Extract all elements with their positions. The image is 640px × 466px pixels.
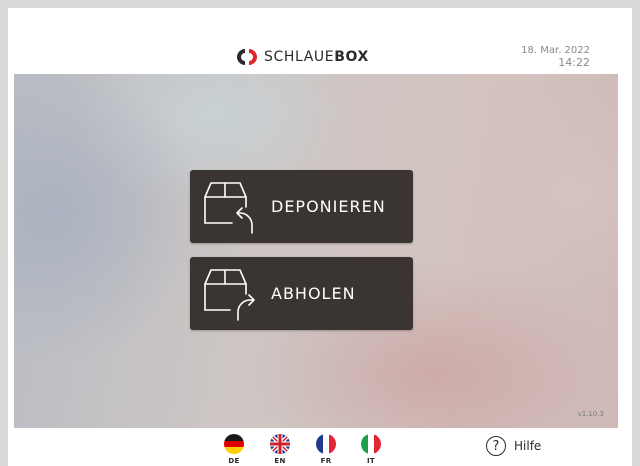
pickup-label: ABHOLEN	[271, 284, 356, 303]
language-code: FR	[320, 457, 332, 465]
language-code: EN	[274, 457, 286, 465]
hero-background: DEPONIEREN ABHOLEN v1.10.3	[14, 74, 618, 428]
kiosk-screen: SCHLAUEBOX 18. Mar. 2022 14:22 DEPONIERE…	[8, 8, 632, 466]
language-fr[interactable]: FR	[309, 434, 343, 465]
time-text: 14:22	[558, 56, 590, 69]
footer: DE EN FR IT ? Hilfe	[8, 428, 632, 466]
brand-logo: SCHLAUEBOX	[236, 46, 369, 68]
flag-en-icon	[270, 434, 290, 454]
language-de[interactable]: DE	[217, 434, 251, 465]
datetime: 18. Mar. 2022 14:22	[521, 45, 590, 69]
logo-mark-icon	[237, 49, 257, 65]
language-code: DE	[228, 457, 240, 465]
flag-de-icon	[224, 434, 244, 454]
pickup-button[interactable]: ABHOLEN	[190, 257, 413, 330]
header: SCHLAUEBOX 18. Mar. 2022 14:22	[8, 8, 632, 74]
box-pickup-icon	[204, 269, 255, 321]
box-deposit-icon	[204, 182, 253, 234]
help-icon: ?	[486, 436, 506, 456]
brand-name-light: SCHLAUE	[264, 49, 335, 65]
help-button[interactable]: ? Hilfe	[486, 436, 541, 456]
language-code: IT	[367, 457, 375, 465]
language-en[interactable]: EN	[263, 434, 297, 465]
language-it[interactable]: IT	[354, 434, 388, 465]
version-text: v1.10.3	[577, 410, 604, 418]
flag-fr-icon	[316, 434, 336, 454]
deposit-label: DEPONIEREN	[271, 197, 386, 216]
brand-name-bold: BOX	[334, 49, 369, 65]
help-label: Hilfe	[514, 439, 542, 453]
flag-it-icon	[361, 434, 381, 454]
brand-name: SCHLAUEBOX	[264, 49, 369, 65]
deposit-button[interactable]: DEPONIEREN	[190, 170, 413, 243]
